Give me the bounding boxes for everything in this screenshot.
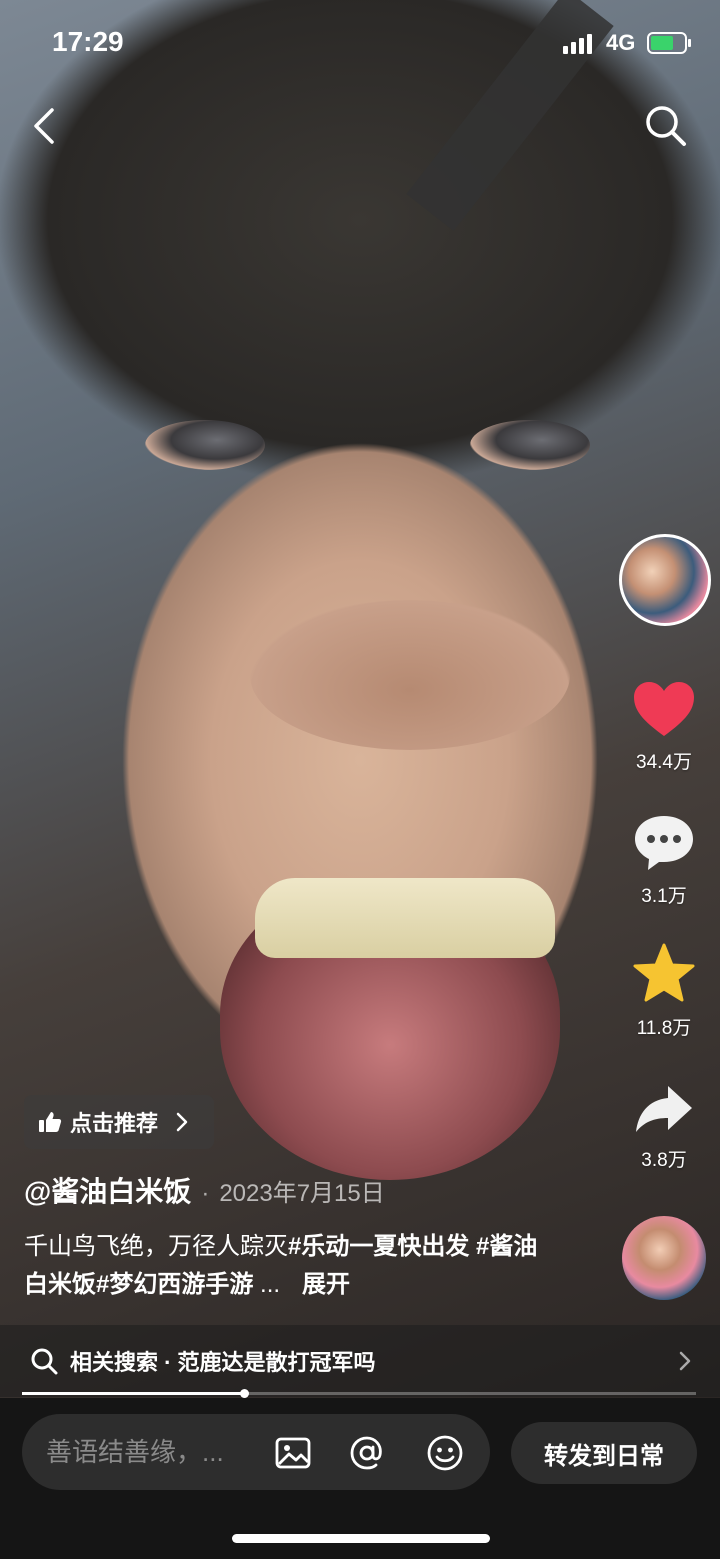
music-disc-avatar[interactable]: [622, 1216, 706, 1300]
recommend-label: 点击推荐: [70, 1111, 159, 1136]
related-search-text: 相关搜索 · 范鹿达是散打冠军吗: [70, 1350, 376, 1375]
comment-button[interactable]: 3.1万: [612, 812, 716, 908]
progress-fill: [22, 1392, 245, 1395]
mention-icon[interactable]: [348, 1434, 386, 1472]
post-meta: @酱油白米饭 · 2023年7月15日: [24, 1170, 385, 1210]
share-button[interactable]: 3.8万: [612, 1082, 716, 1172]
battery-icon: [647, 32, 691, 54]
star-icon: [633, 943, 695, 1002]
video-face-teeth: [255, 878, 555, 958]
chevron-right-icon: [679, 1351, 691, 1371]
home-indicator: [232, 1534, 490, 1543]
share-count: 3.8万: [641, 1150, 687, 1171]
search-button[interactable]: [640, 100, 690, 150]
back-button[interactable]: [24, 100, 70, 150]
bottom-bar: 转发到日常: [0, 1398, 720, 1559]
related-search-bar[interactable]: 相关搜索 · 范鹿达是散打冠军吗: [0, 1325, 720, 1397]
author-name[interactable]: @酱油白米饭: [24, 1170, 191, 1210]
comment-input[interactable]: [46, 1432, 256, 1472]
chevron-right-icon: [176, 1112, 188, 1132]
emoji-icon[interactable]: [426, 1434, 464, 1472]
recommend-button[interactable]: 点击推荐: [24, 1095, 214, 1149]
video-face-eye-right: [470, 420, 590, 470]
comment-input-box[interactable]: [22, 1414, 490, 1490]
caption-ellipsis: ...: [253, 1271, 281, 1298]
expand-button[interactable]: 展开: [302, 1271, 350, 1298]
comment-count: 3.1万: [641, 886, 687, 907]
video-face-eye-left: [145, 420, 265, 470]
video-progress-bar[interactable]: [22, 1389, 696, 1398]
favorite-button[interactable]: 11.8万: [612, 942, 716, 1040]
comment-icon: [635, 816, 693, 870]
post-date: 2023年7月15日: [219, 1180, 385, 1207]
hashtag[interactable]: #梦幻西游手游: [96, 1271, 253, 1298]
caption-text: 千山鸟飞绝，万径人踪灭: [24, 1233, 288, 1260]
status-time: 17:29: [52, 26, 124, 57]
forward-to-daily-button[interactable]: 转发到日常: [511, 1422, 697, 1484]
heart-icon: [634, 682, 694, 736]
image-icon[interactable]: [274, 1434, 312, 1472]
like-count: 34.4万: [636, 752, 692, 773]
favorite-count: 11.8万: [636, 1018, 692, 1039]
author-avatar[interactable]: [619, 534, 711, 626]
signal-icon: [563, 34, 592, 54]
video-face-nose: [250, 600, 570, 750]
like-button[interactable]: 34.4万: [612, 680, 716, 774]
network-type: 4G: [606, 30, 636, 55]
status-bar: 17:29 4G: [0, 0, 720, 90]
search-icon: [31, 1348, 58, 1375]
thumbs-up-icon: [39, 1112, 62, 1132]
hashtag[interactable]: #乐动一夏快出发: [288, 1233, 469, 1260]
meta-separator: ·: [201, 1180, 210, 1207]
search-icon: [646, 106, 686, 146]
chevron-left-icon: [34, 108, 54, 144]
post-caption[interactable]: 千山鸟飞绝，万径人踪灭#乐动一夏快出发 #酱油白米饭#梦幻西游手游 ... 展开: [24, 1228, 544, 1304]
share-arrow-icon: [636, 1086, 692, 1132]
